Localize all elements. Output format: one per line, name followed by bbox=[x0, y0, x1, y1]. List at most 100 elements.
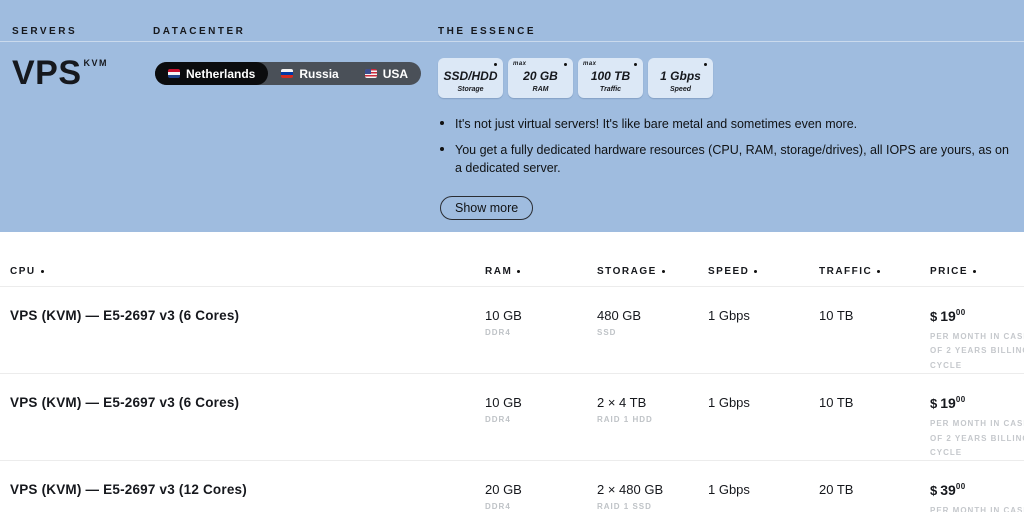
currency-symbol: $ bbox=[930, 309, 938, 324]
plan-row[interactable]: VPS (KVM) — E5-2697 v3 (12 Cores) 20 GB … bbox=[0, 461, 1024, 512]
sort-dot-icon bbox=[973, 270, 977, 273]
table-header: CPU RAM STORAGE SPEED TRAFFIC PRICE bbox=[0, 232, 1024, 287]
plan-row[interactable]: VPS (KVM) — E5-2697 v3 (6 Cores) 10 GB D… bbox=[0, 374, 1024, 462]
feature-text: It's not just virtual servers! It's like… bbox=[455, 117, 858, 131]
datacenter-pill-netherlands[interactable]: Netherlands bbox=[155, 62, 269, 85]
feature-text: You get a fully dedicated hardware resou… bbox=[455, 143, 1009, 176]
plan-speed: 1 Gbps bbox=[708, 482, 750, 498]
column-header-speed[interactable]: SPEED bbox=[708, 266, 819, 277]
spec-dot-icon bbox=[704, 63, 707, 66]
plan-price-note: PER MONTH IN CASE OF 2 YEARS BILLING CYC… bbox=[930, 506, 1024, 512]
plan-price: $1900 bbox=[930, 395, 1024, 411]
plan-traffic: 20 TB bbox=[819, 482, 854, 498]
column-header-ram[interactable]: RAM bbox=[485, 266, 597, 277]
spec-cards: SSD/HDD Storage max 20 GB RAM max 100 TB… bbox=[438, 58, 1018, 98]
plan-cpu: VPS (KVM) — E5-2697 v3 (6 Cores) bbox=[10, 308, 240, 323]
plan-cpu: VPS (KVM) — E5-2697 v3 (6 Cores) bbox=[10, 395, 240, 411]
plan-ram-type: DDR4 bbox=[485, 415, 511, 425]
plan-storage-cell: 2 × 480 GB RAID 1 SSD bbox=[597, 482, 708, 511]
spec-label: Traffic bbox=[599, 86, 622, 93]
feature-item: You get a fully dedicated hardware resou… bbox=[438, 141, 1018, 177]
plan-price-cell: $1900 PER MONTH IN CASE OF 2 YEARS BILLI… bbox=[930, 395, 1024, 460]
plan-row[interactable]: VPS (KVM) — E5-2697 v3 (6 Cores) 10 GB D… bbox=[0, 287, 1024, 375]
column-header-label: TRAFFIC bbox=[819, 266, 873, 277]
datacenter-pill-usa[interactable]: USA bbox=[352, 62, 421, 85]
spec-card-storage: SSD/HDD Storage bbox=[438, 58, 503, 98]
plan-price: $3900 bbox=[930, 482, 1024, 498]
spec-label: RAM bbox=[532, 86, 549, 93]
spec-value: SSD/HDD bbox=[443, 69, 498, 83]
plan-cpu: VPS (KVM) — E5-2697 v3 (12 Cores) bbox=[10, 482, 247, 498]
plan-ram-type: DDR4 bbox=[485, 502, 511, 512]
nav-essence: THE ESSENCE bbox=[438, 26, 537, 37]
bullet-icon bbox=[440, 121, 444, 125]
bullet-icon bbox=[440, 147, 444, 152]
column-header-cpu[interactable]: CPU bbox=[10, 266, 485, 277]
plan-ram-type: DDR4 bbox=[485, 328, 511, 337]
sort-dot-icon bbox=[661, 270, 665, 273]
hero-section: SERVERS DATACENTER THE ESSENCE VPS KVM Ne… bbox=[0, 0, 1024, 232]
plan-ram-cell: 10 GB DDR4 bbox=[485, 395, 597, 424]
plan-ram: 10 GB bbox=[485, 308, 522, 323]
price-dollars: 39 bbox=[940, 482, 956, 499]
spec-max-label: max bbox=[583, 61, 597, 67]
nav-servers[interactable]: SERVERS bbox=[12, 26, 77, 37]
spec-value: 20 GB bbox=[523, 69, 558, 83]
page-title: VPS KVM bbox=[12, 54, 108, 93]
plan-ram: 10 GB bbox=[485, 395, 522, 411]
sort-dot-icon bbox=[517, 270, 521, 273]
plan-price-note: PER MONTH IN CASE OF 2 YEARS BILLING CYC… bbox=[930, 419, 1024, 457]
column-header-price[interactable]: PRICE bbox=[930, 266, 1024, 277]
spec-max-label: max bbox=[513, 61, 527, 67]
spec-card-ram: max 20 GB RAM bbox=[508, 58, 573, 98]
column-header-storage[interactable]: STORAGE bbox=[597, 266, 708, 277]
plan-speed: 1 Gbps bbox=[708, 308, 750, 323]
page-title-text: VPS bbox=[12, 54, 82, 92]
plan-traffic: 10 TB bbox=[819, 308, 854, 323]
plan-storage-cell: 2 × 4 TB RAID 1 HDD bbox=[597, 395, 708, 424]
column-header-label: RAM bbox=[485, 266, 513, 277]
spec-label: Storage bbox=[457, 86, 484, 93]
plan-storage-type: RAID 1 HDD bbox=[597, 415, 653, 425]
show-more-button[interactable]: Show more bbox=[440, 196, 534, 221]
spec-dot-icon bbox=[564, 63, 567, 66]
feature-item: It's not just virtual servers! It's like… bbox=[438, 115, 1018, 133]
plan-price-note: PER MONTH IN CASE OF 2 YEARS BILLING CYC… bbox=[930, 332, 1024, 370]
datacenter-pill-label: Russia bbox=[299, 66, 339, 81]
column-header-label: CPU bbox=[10, 266, 36, 277]
page-title-superscript: KVM bbox=[83, 58, 109, 68]
sort-dot-icon bbox=[877, 270, 881, 273]
plan-storage: 480 GB bbox=[597, 308, 642, 323]
column-header-label: SPEED bbox=[708, 266, 750, 277]
spec-card-speed: 1 Gbps Speed bbox=[648, 58, 713, 98]
plan-ram-cell: 10 GB DDR4 bbox=[485, 308, 597, 337]
spec-card-traffic: max 100 TB Traffic bbox=[578, 58, 643, 98]
plan-ram-cell: 20 GB DDR4 bbox=[485, 482, 597, 511]
column-header-traffic[interactable]: TRAFFIC bbox=[819, 266, 930, 277]
plan-storage-type: SSD bbox=[597, 328, 617, 337]
spec-label: Speed bbox=[669, 86, 691, 93]
plan-price: $1900 bbox=[930, 308, 1024, 324]
datacenter-pill-russia[interactable]: Russia bbox=[268, 62, 351, 85]
spec-value: 1 Gbps bbox=[660, 69, 701, 83]
sort-dot-icon bbox=[754, 270, 758, 273]
spec-dot-icon bbox=[494, 63, 497, 66]
datacenter-pill-label: Netherlands bbox=[186, 66, 256, 81]
netherlands-flag-icon bbox=[168, 69, 180, 78]
spec-dot-icon bbox=[634, 63, 637, 66]
nav-datacenter: DATACENTER bbox=[153, 26, 246, 37]
spec-value: 100 TB bbox=[590, 69, 631, 83]
price-cents: 00 bbox=[955, 308, 966, 317]
datacenter-selector: Netherlands Russia USA bbox=[155, 62, 422, 85]
currency-symbol: $ bbox=[930, 396, 938, 412]
price-cents: 00 bbox=[955, 395, 966, 405]
plan-storage: 2 × 480 GB bbox=[597, 482, 664, 498]
feature-list: It's not just virtual servers! It's like… bbox=[438, 115, 1018, 177]
plan-speed: 1 Gbps bbox=[708, 395, 750, 411]
essence-panel: SSD/HDD Storage max 20 GB RAM max 100 TB… bbox=[438, 58, 1018, 221]
russia-flag-icon bbox=[281, 69, 294, 78]
plan-price-cell: $3900 PER MONTH IN CASE OF 2 YEARS BILLI… bbox=[930, 482, 1024, 512]
price-dollars: 19 bbox=[940, 308, 956, 324]
price-dollars: 19 bbox=[940, 395, 956, 412]
currency-symbol: $ bbox=[930, 483, 938, 499]
